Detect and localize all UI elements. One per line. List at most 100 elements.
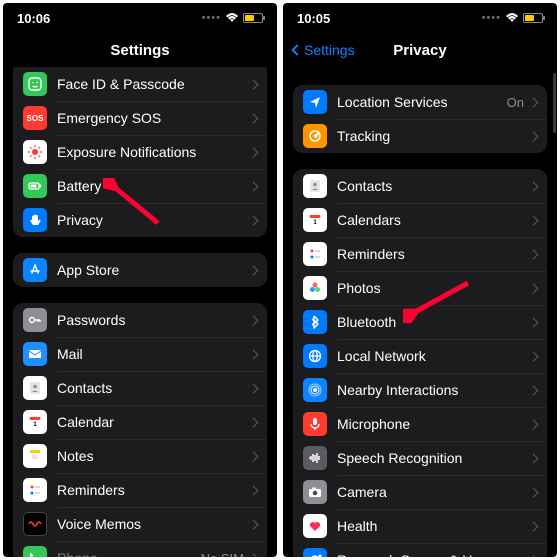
chevron-right-icon — [529, 215, 539, 225]
row-label: Calendars — [337, 212, 530, 228]
settings-row-camera[interactable]: Camera — [293, 475, 547, 509]
settings-row-research-sensor-usage-data[interactable]: Research Sensor & Usage Data — [293, 543, 547, 557]
camera-icon — [303, 480, 327, 504]
settings-row-emergency-sos[interactable]: SOSEmergency SOS — [13, 101, 267, 135]
wifi-icon — [505, 11, 519, 26]
row-label: Mail — [57, 346, 250, 362]
row-label: Speech Recognition — [337, 450, 530, 466]
row-label: Contacts — [337, 178, 530, 194]
row-label: Phone — [57, 550, 201, 557]
page-title: Settings — [110, 42, 169, 59]
settings-row-calendar[interactable]: 1 Calendar — [13, 405, 267, 439]
clock: 10:06 — [17, 11, 50, 26]
chevron-right-icon — [249, 485, 259, 495]
settings-row-voice-memos[interactable]: Voice Memos — [13, 507, 267, 541]
settings-group: App Store — [13, 253, 267, 287]
settings-row-contacts[interactable]: Contacts — [293, 169, 547, 203]
battery-icon — [23, 174, 47, 198]
appstore-icon — [23, 258, 47, 282]
status-bar: 10:05 •••• — [283, 3, 557, 33]
key-icon — [23, 308, 47, 332]
settings-row-bluetooth[interactable]: Bluetooth — [293, 305, 547, 339]
row-label: Calendar — [57, 414, 250, 430]
notes-icon — [23, 444, 47, 468]
chevron-right-icon — [529, 97, 539, 107]
settings-row-face-id-passcode[interactable]: Face ID & Passcode — [13, 67, 267, 101]
research-icon — [303, 548, 327, 557]
privacy-list[interactable]: Location ServicesOnTrackingContacts1Cale… — [283, 67, 557, 557]
settings-row-speech-recognition[interactable]: Speech Recognition — [293, 441, 547, 475]
settings-screen: 10:06 •••• Settings Face ID & PasscodeSO… — [3, 3, 277, 557]
nav-bar: Settings Privacy — [283, 33, 557, 67]
chevron-right-icon — [529, 181, 539, 191]
settings-row-notes[interactable]: Notes — [13, 439, 267, 473]
settings-row-app-store[interactable]: App Store — [13, 253, 267, 287]
settings-row-photos[interactable]: Photos — [293, 271, 547, 305]
nearby-icon — [303, 378, 327, 402]
settings-row-exposure-notifications[interactable]: Exposure Notifications — [13, 135, 267, 169]
settings-row-location-services[interactable]: Location ServicesOn — [293, 85, 547, 119]
no-signal-icon: •••• — [482, 12, 501, 24]
row-label: Microphone — [337, 416, 530, 432]
row-label: Photos — [337, 280, 530, 296]
settings-row-microphone[interactable]: Microphone — [293, 407, 547, 441]
calendar-icon: 1 — [23, 410, 47, 434]
faceid-icon — [23, 72, 47, 96]
reminders-icon — [303, 242, 327, 266]
chevron-right-icon — [529, 131, 539, 141]
settings-group: Location ServicesOnTracking — [293, 85, 547, 153]
settings-row-privacy[interactable]: Privacy — [13, 203, 267, 237]
chevron-right-icon — [529, 453, 539, 463]
settings-row-phone[interactable]: PhoneNo SIM — [13, 541, 267, 557]
settings-row-health[interactable]: Health — [293, 509, 547, 543]
exposure-icon — [23, 140, 47, 164]
voicememos-icon — [23, 512, 47, 536]
chevron-right-icon — [249, 113, 259, 123]
mail-icon — [23, 342, 47, 366]
chevron-right-icon — [249, 79, 259, 89]
row-label: Notes — [57, 448, 250, 464]
scrollbar[interactable] — [553, 73, 556, 133]
settings-row-battery[interactable]: Battery — [13, 169, 267, 203]
settings-group: Passwords Mail Contacts 1 Calendar Notes Remin… — [13, 303, 267, 557]
chevron-right-icon — [529, 487, 539, 497]
chevron-right-icon — [529, 419, 539, 429]
settings-row-mail[interactable]: Mail — [13, 337, 267, 371]
settings-row-nearby-interactions[interactable]: Nearby Interactions — [293, 373, 547, 407]
settings-row-local-network[interactable]: Local Network — [293, 339, 547, 373]
row-value: No SIM — [201, 551, 244, 558]
settings-row-reminders[interactable]: Reminders — [293, 237, 547, 271]
settings-row-contacts[interactable]: Contacts — [13, 371, 267, 405]
chevron-right-icon — [529, 555, 539, 557]
chevron-right-icon — [249, 451, 259, 461]
row-value: On — [507, 95, 524, 110]
status-bar: 10:06 •••• — [3, 3, 277, 33]
row-label: Health — [337, 518, 530, 534]
chevron-left-icon — [291, 44, 302, 55]
row-label: Location Services — [337, 94, 507, 110]
row-label: Emergency SOS — [57, 110, 250, 126]
row-label: Voice Memos — [57, 516, 250, 532]
clock: 10:05 — [297, 11, 330, 26]
settings-list[interactable]: Face ID & PasscodeSOSEmergency SOSExposu… — [3, 67, 277, 557]
no-signal-icon: •••• — [202, 12, 221, 24]
phone-icon — [23, 546, 47, 557]
hand-icon — [23, 208, 47, 232]
settings-row-tracking[interactable]: Tracking — [293, 119, 547, 153]
chevron-right-icon — [249, 383, 259, 393]
mic-icon — [303, 412, 327, 436]
row-label: Contacts — [57, 380, 250, 396]
privacy-screen: 10:05 •••• Settings Privacy Location Ser… — [283, 3, 557, 557]
settings-row-calendars[interactable]: 1 Calendars — [293, 203, 547, 237]
calendar-icon: 1 — [303, 208, 327, 232]
page-title: Privacy — [393, 42, 446, 59]
settings-row-reminders[interactable]: Reminders — [13, 473, 267, 507]
localnet-icon — [303, 344, 327, 368]
battery-icon — [243, 13, 263, 23]
chevron-right-icon — [249, 553, 259, 557]
chevron-right-icon — [249, 215, 259, 225]
settings-row-passwords[interactable]: Passwords — [13, 303, 267, 337]
row-label: Camera — [337, 484, 530, 500]
chevron-right-icon — [529, 283, 539, 293]
back-button[interactable]: Settings — [293, 42, 355, 58]
